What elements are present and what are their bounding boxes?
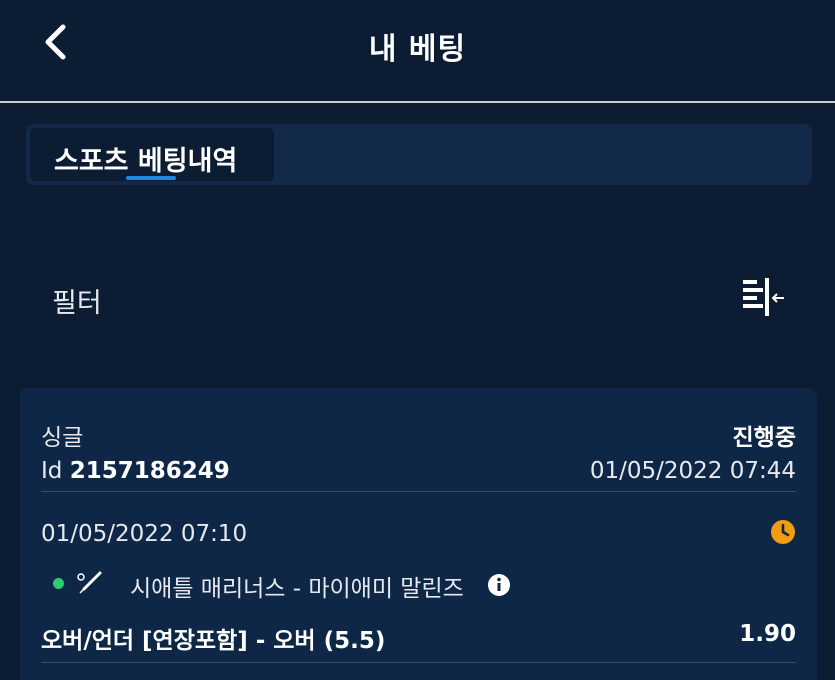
clock-icon <box>771 520 795 544</box>
card-divider <box>41 662 796 663</box>
bet-id-prefix: Id <box>41 458 63 484</box>
event-time: 01/05/2022 07:10 <box>41 521 248 547</box>
bet-odds: 1.90 <box>739 621 796 647</box>
bet-placed-time: 01/05/2022 07:44 <box>589 458 796 484</box>
tab-sports-betting-history[interactable]: 스포츠 베팅내역 <box>30 128 274 181</box>
bet-status: 진행중 <box>732 425 796 451</box>
bet-id-line: Id 2157186249 <box>41 458 230 484</box>
bet-market: 오버/언더 [연장포함] - 오버 (5.5) <box>41 628 386 654</box>
bet-card[interactable]: 싱글 진행중 Id 2157186249 01/05/2022 07:44 01… <box>20 388 817 680</box>
bet-type: 싱글 <box>41 425 84 451</box>
tab-active-indicator <box>126 176 176 180</box>
info-icon[interactable] <box>487 573 511 597</box>
app-root: 내 베팅 스포츠 베팅내역 필터 싱글 진행중 Id 2157186249 01… <box>0 0 835 680</box>
page-title: 내 베팅 <box>368 32 467 67</box>
filter-label: 필터 <box>52 288 102 319</box>
baseball-icon <box>77 571 102 594</box>
tab-bar: 스포츠 베팅내역 <box>26 124 812 185</box>
bet-id: 2157186249 <box>69 458 230 484</box>
header: 내 베팅 <box>0 0 835 103</box>
tab-label: 스포츠 베팅내역 <box>54 146 238 177</box>
filter-toggle-button[interactable] <box>738 276 788 320</box>
live-indicator-dot <box>53 578 64 589</box>
collapse-filter-icon <box>743 278 784 316</box>
card-divider <box>41 491 796 492</box>
match-name: 시애틀 매리너스 - 마이애미 말린즈 <box>130 576 464 602</box>
